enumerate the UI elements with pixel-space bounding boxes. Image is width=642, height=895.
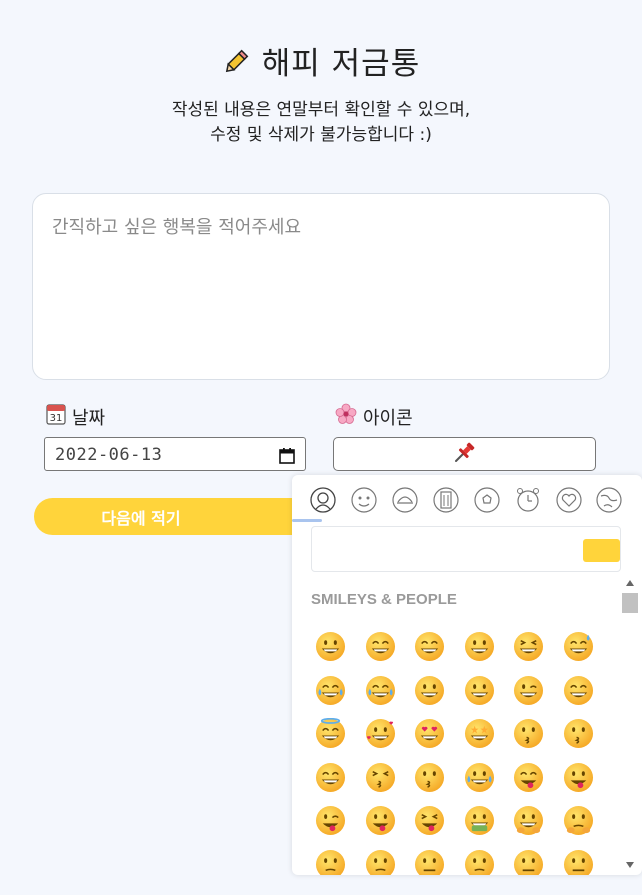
kissing-emoji[interactable] [563,718,594,749]
write-later-label: 다음에 적기 [101,508,181,528]
joy-emoji[interactable] [365,675,396,706]
smiley-emoji[interactable] [365,631,396,662]
write-later-button[interactable]: 다음에 적기 [34,498,316,535]
icon-select-button[interactable] [333,437,596,471]
scroll-up-arrow[interactable] [626,580,634,586]
innocent-emoji[interactable] [315,717,346,749]
yum-emoji[interactable] [513,762,544,793]
scroll-thumb[interactable] [622,593,638,613]
star-struck-emoji[interactable] [464,718,495,749]
activities-icon[interactable] [473,486,501,514]
laughing-emoji[interactable] [513,631,544,662]
calendar-icon: 31 [46,403,66,430]
smiling-hearts-emoji[interactable] [365,718,396,749]
subtitle-line-2: 수정 및 삭제가 불가능합니다 :) [210,125,432,145]
raised-eyebrow-emoji[interactable] [464,849,495,875]
hugging-emoji[interactable] [513,805,544,836]
zany-emoji[interactable] [365,805,396,836]
active-category-indicator [292,519,322,522]
page-subtitle: 작성된 내용은 연말부터 확인할 수 있으며, 수정 및 삭제가 불가능합니다 … [0,98,642,148]
neutral-emoji[interactable] [513,849,544,875]
squinting-tongue-emoji[interactable] [414,805,445,836]
blush-emoji[interactable] [563,675,594,706]
grin-emoji[interactable] [464,631,495,662]
kissing-heart-emoji[interactable] [513,718,544,749]
emoji-scrollbar[interactable] [621,578,640,870]
smiling-tear-emoji[interactable] [464,762,495,793]
tongue-emoji[interactable] [563,762,594,793]
pushpin-icon [453,440,477,468]
kissing-smiling-eyes-emoji[interactable] [414,762,445,793]
slightly-smiling-emoji[interactable] [414,675,445,706]
page-title: 해피 저금통 [0,38,642,84]
flags-icon[interactable] [595,486,623,514]
emoji-category-bar [292,483,642,517]
expressionless-emoji[interactable] [563,849,594,875]
animals-nature-icon[interactable] [350,486,378,514]
textarea-placeholder: 간직하고 싶은 행복을 적어주세요 [52,217,302,238]
wink-emoji[interactable] [513,675,544,706]
food-drink-icon[interactable] [391,486,419,514]
relaxed-emoji[interactable] [315,762,346,793]
smile-emoji[interactable] [414,631,445,662]
date-value: 2022-06-13 [55,445,163,465]
objects-icon[interactable] [514,486,542,514]
shushing-emoji[interactable] [315,849,346,875]
kissing-closed-eyes-emoji[interactable] [365,762,396,793]
emoji-scroll-area[interactable]: SMILEYS & PEOPLE [292,575,642,875]
scroll-down-arrow[interactable] [626,862,634,868]
heart-eyes-emoji[interactable] [414,718,445,749]
cherry-blossom-icon [335,403,357,430]
happiness-textarea[interactable]: 간직하고 싶은 행복을 적어주세요 [32,193,610,380]
emoji-picker[interactable]: SMILEYS & PEOPLE [292,475,642,875]
symbols-icon[interactable] [555,486,583,514]
upside-down-emoji[interactable] [464,675,495,706]
hand-over-mouth-emoji[interactable] [563,805,594,836]
sweat-smile-emoji[interactable] [563,631,594,662]
emoji-search-button[interactable] [583,539,620,562]
emoji-search-input[interactable] [311,526,621,572]
rolling-on-floor-emoji[interactable] [315,675,346,706]
date-picker-icon[interactable] [279,447,295,469]
emoji-section-title: SMILEYS & PEOPLE [311,591,457,608]
grinning-emoji[interactable] [315,631,346,662]
date-label-text: 날짜 [72,407,106,429]
app-title-text: 해피 저금통 [261,46,421,82]
icon-label-text: 아이콘 [363,407,413,429]
date-input[interactable]: 2022-06-13 [44,437,306,471]
winking-tongue-emoji[interactable] [315,805,346,836]
pencil-icon [222,48,250,84]
date-label: 31 날짜 [46,403,105,430]
subtitle-line-1: 작성된 내용은 연말부터 확인할 수 있으며, [171,100,471,120]
zipper-mouth-emoji[interactable] [414,849,445,875]
smileys-people-icon[interactable] [309,486,337,514]
money-mouth-emoji[interactable] [464,805,495,836]
svg-text:31: 31 [50,413,63,424]
travel-places-icon[interactable] [432,486,460,514]
thinking-emoji[interactable] [365,849,396,875]
icon-label: 아이콘 [335,403,413,430]
